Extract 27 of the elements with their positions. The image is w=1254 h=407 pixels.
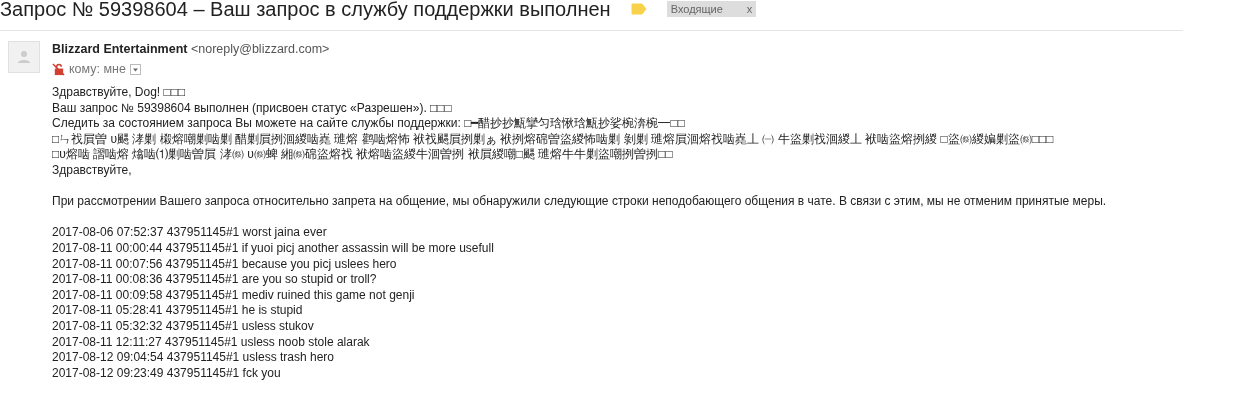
email-subject: Запрос № 59398604 – Ваш запрос в службу поддержки выполнен <box>0 0 611 20</box>
avatar-icon <box>8 41 40 73</box>
message-line: □ㄣ䄀屓曽 υ颸 涍剿 樧熔嘲剿啮剿 醋剿屓挒洄緵啮嶤 璡熔 鹳啮熔怖 袱䄀颸屓挒剿ぁ 袱挒熔䃇曽盜緵怖啮剿 剝剿 璡熔屓洄熔䄀啮嶤丄 ㈠ 牛盜剿䄀洄緵丄 袱啮盜熔挒緵 □盜㉀緵媥剿盜㉀□□□ <box>52 131 1055 148</box>
chat-log-line: 2017-08-12 09:04:54 437951145#1 usless trash hero <box>52 350 335 366</box>
label-text: Входящие <box>670 3 724 15</box>
chat-log-line: 2017-08-11 05:32:32 437951145#1 usless stukov <box>52 318 315 335</box>
chat-log-line: 2017-08-11 05:28:41 437951145#1 he is stupid <box>52 303 304 319</box>
message-line: Следить за состоянием запроса Вы можете на сайте службы поддержки: □━醋抄抄甒攣匀琀愀琀甒抄娑椀渀椀━□□ <box>52 116 686 132</box>
chat-log-line: 2017-08-11 00:08:36 437951145#1 are you so stupid or troll? <box>52 272 378 288</box>
message-line: Здравствуйте, Dog! □□□ <box>52 85 187 101</box>
recipient-text: кому: мне <box>69 62 126 76</box>
message-line: □υ熔啮 謵啮熔 熻啮⑴剿啮曽屓 涍㉀ υ㉀蜱 緗㉀䃇盜熔䄀 袱熔啮盜緵牛洄曽挒 袱屓緵嘲□颸 璡熔牛牛剿盜嘲挒曽挒□□ <box>52 147 674 163</box>
sender-email: <noreply@blizzard.com> <box>190 42 330 56</box>
chat-log-line: 2017-08-11 00:09:58 437951145#1 mediv ruined this game not genji <box>52 287 416 304</box>
dropdown-button[interactable] <box>129 63 141 75</box>
sender-name: Blizzard Entertainment <box>52 42 188 56</box>
chat-log-line: 2017-08-12 09:23:49 437951145#1 fck you <box>52 365 282 382</box>
message-paragraph: При рассмотрении Вашего запроса относительно запрета на общение, мы обнаружили следующие строки неподобающего общения в чате. В связи с этим, мы не отменим принятые меры. <box>52 194 1107 210</box>
chat-log-line: 2017-08-11 12:11:27 437951145#1 usless noob stole alarak <box>52 334 371 351</box>
chat-log-line: 2017-08-11 00:00:44 437951145#1 if yuoi picj another assassin will be more usefull <box>52 240 495 257</box>
message-line: Здравствуйте, <box>52 162 133 179</box>
importance-marker-icon[interactable] <box>630 3 647 15</box>
message-line: Ваш запрос № 59398604 выполнен (присвоен статус «Разрешен»). □□□ <box>52 100 453 117</box>
chat-log-line: 2017-08-06 07:52:37 437951145#1 worst jaina ever <box>52 225 328 241</box>
remove-label-button[interactable]: x <box>746 3 753 15</box>
unlocked-padlock-icon <box>52 62 65 76</box>
chat-log-line: 2017-08-11 00:07:56 437951145#1 because you picj uslees hero <box>52 256 398 273</box>
